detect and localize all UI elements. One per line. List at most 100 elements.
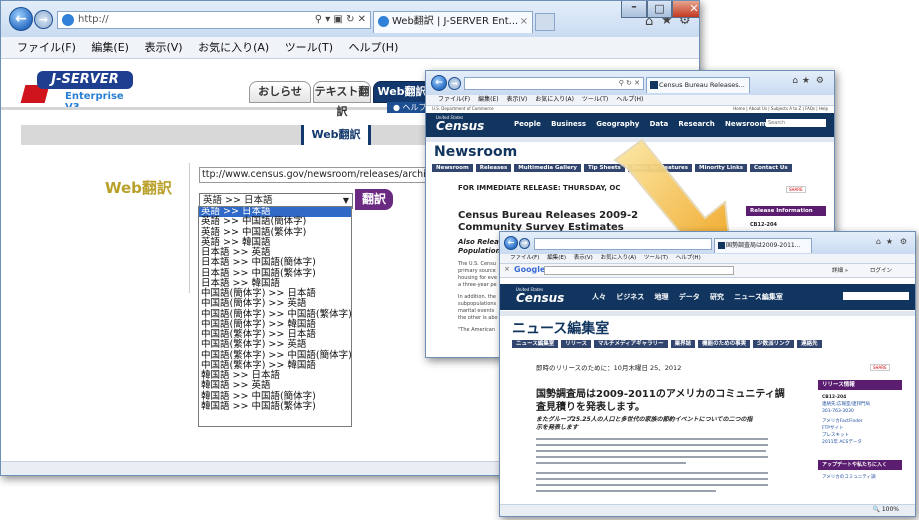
back-button[interactable]: ← — [431, 75, 447, 91]
subtab-newsroom[interactable]: ニュース編集室 — [512, 340, 559, 348]
sidebar-link[interactable]: 301-763-3030 — [822, 408, 870, 415]
menu-view[interactable]: 表示(V) — [144, 37, 182, 58]
tab-jserver[interactable]: Web翻訳 | J-SERVER Ent... × — [373, 11, 533, 33]
toolbar-more[interactable]: 詳細 » — [832, 266, 848, 274]
subtab-minority[interactable]: Minority Links — [695, 164, 748, 172]
forward-button[interactable]: → — [519, 238, 530, 249]
menu-help[interactable]: ヘルプ(H) — [349, 37, 399, 58]
address-tools-icon[interactable]: ⚲ ↻ ✕ — [619, 78, 640, 89]
search-input[interactable]: Search — [766, 119, 826, 127]
subtab-releases[interactable]: リリース — [561, 340, 591, 348]
nav-research[interactable]: Research — [678, 120, 714, 128]
sidebar-link[interactable]: 連絡先:広報室/連邦門局 — [822, 401, 870, 408]
subtab-multimedia[interactable]: マルチメディアギャラリー — [593, 340, 668, 348]
menu-edit[interactable]: 編集(E) — [91, 37, 129, 58]
subtab-facts[interactable]: 機能のための事実 — [698, 340, 751, 348]
zoom-level[interactable]: 🔍 100% — [872, 506, 899, 513]
subtab-facts[interactable]: Facts for Features — [627, 164, 693, 172]
address-bar[interactable]: ⚲ ↻ ✕ — [464, 77, 644, 90]
nav-data[interactable]: データ — [679, 292, 700, 302]
menu-edit[interactable]: 編集(E) — [478, 95, 498, 105]
sidebar-link[interactable]: 2011年 ACSデータ — [822, 439, 870, 446]
menu-file[interactable]: ファイル(F) — [17, 37, 76, 58]
subtab-multimedia[interactable]: Multimedia Gallery — [514, 164, 582, 172]
option-item[interactable]: 韓国語 >> 中国語(繁体字) — [199, 401, 351, 412]
nav-newsroom[interactable]: Newsroom — [725, 120, 767, 128]
sidebar-link[interactable]: アメリカFactFinder — [822, 418, 870, 425]
close-button[interactable]: ✕ — [672, 1, 699, 18]
google-search-input[interactable] — [544, 266, 734, 275]
menu-tools[interactable]: ツール(T) — [644, 254, 668, 263]
nav-newsroom[interactable]: ニュース編集室 — [734, 292, 783, 302]
nav-people[interactable]: People — [514, 120, 541, 128]
menu-help[interactable]: ヘルプ(H) — [616, 95, 643, 105]
nav-research[interactable]: 研究 — [710, 292, 724, 302]
new-tab-button[interactable] — [535, 13, 555, 31]
subtab-releases[interactable]: Releases — [475, 164, 512, 172]
address-bar[interactable]: http:// ⚲ ▾ ▣ ↻ ✕ — [57, 11, 371, 29]
subtab-minority[interactable]: 少数派リンク — [753, 340, 795, 348]
tools-gear-icon[interactable]: ⚙ — [900, 237, 907, 246]
option-item[interactable]: 中国語(繁体字) >> 英語 — [199, 339, 351, 350]
toolbar-login[interactable]: ログイン — [870, 266, 892, 274]
home-icon[interactable]: ⌂ — [876, 237, 881, 246]
search-input[interactable] — [843, 292, 909, 300]
url-input[interactable]: ttp://www.census.gov/newsroom/releases/a… — [199, 167, 439, 183]
option-item[interactable]: 英語 >> 中国語(簡体字) — [199, 216, 351, 227]
menu-favorites[interactable]: お気に入り(A) — [535, 95, 574, 105]
favorites-star-icon[interactable]: ★ — [802, 76, 810, 86]
menu-edit[interactable]: 編集(E) — [547, 254, 566, 263]
share-button[interactable]: SHARE — [786, 186, 806, 193]
release-code: CB12-204 — [750, 222, 777, 228]
share-button[interactable]: SHARE — [870, 364, 890, 371]
sidebar-link[interactable]: プレスキット — [822, 432, 870, 439]
back-button[interactable]: ← — [9, 7, 33, 31]
tab-close-icon[interactable]: × — [520, 12, 528, 32]
menu-tools[interactable]: ツール(T) — [285, 37, 333, 58]
menu-help[interactable]: ヘルプ(H) — [676, 254, 701, 263]
maximize-button[interactable]: □ — [647, 1, 672, 18]
nav-geography[interactable]: Geography — [596, 120, 639, 128]
favorites-star-icon[interactable]: ★ — [886, 237, 893, 246]
option-item[interactable]: 韓国語 >> 英語 — [199, 380, 351, 391]
address-bar[interactable] — [534, 238, 712, 250]
translate-button[interactable]: 翻訳 — [355, 189, 393, 210]
subtab-tips[interactable]: Tip Sheets — [584, 164, 625, 172]
release-date: 即時のリリースのために：10月木曜日 25、2012 — [536, 364, 682, 372]
tab-census-japanese[interactable]: 国勢調査局は2009-2011... — [714, 238, 812, 253]
google-close-icon[interactable]: × — [504, 265, 510, 273]
tab-news[interactable]: おしらせ — [249, 81, 311, 103]
tab-census[interactable]: Census Bureau Releases... — [646, 77, 750, 93]
menu-tools[interactable]: ツール(T) — [582, 95, 608, 105]
menu-favorites[interactable]: お気に入り(A) — [198, 37, 269, 58]
menu-favorites[interactable]: お気に入り(A) — [601, 254, 637, 263]
sidebar-link[interactable]: FTPサイト — [822, 425, 870, 432]
menu-file[interactable]: ファイル(F) — [510, 254, 539, 263]
subtab-contact[interactable]: 連絡先 — [797, 340, 822, 348]
minimize-button[interactable]: – — [621, 1, 647, 18]
language-dropdown-list[interactable]: 英語 >> 日本語 英語 >> 中国語(簡体字) 英語 >> 中国語(繁体字) … — [198, 206, 352, 427]
tab-web-translation[interactable]: Web翻訳 — [373, 81, 431, 103]
nav-data[interactable]: Data — [650, 120, 669, 128]
subtab-newsroom[interactable]: Newsroom — [432, 164, 473, 172]
nav-people[interactable]: 人々 — [592, 292, 606, 302]
back-button[interactable]: ← — [504, 236, 518, 250]
forward-button[interactable]: → — [34, 10, 53, 29]
menu-view[interactable]: 表示(V) — [506, 95, 527, 105]
tools-gear-icon[interactable]: ⚙ — [816, 76, 824, 86]
nav-geography[interactable]: 地理 — [654, 292, 668, 302]
home-icon[interactable]: ⌂ — [792, 76, 798, 86]
nav-business[interactable]: ビジネス — [616, 292, 644, 302]
option-item[interactable]: 日本語 >> 中国語(簡体字) — [199, 257, 351, 268]
menu-view[interactable]: 表示(V) — [574, 254, 593, 263]
option-item[interactable]: 中国語(簡体字) >> 英語 — [199, 298, 351, 309]
subtab-contact[interactable]: Contact Us — [750, 164, 792, 172]
address-tools-icon[interactable]: ⚲ ▾ ▣ ↻ ✕ — [315, 12, 366, 28]
menu-file[interactable]: ファイル(F) — [438, 95, 470, 105]
updates-link[interactable]: アメリカのコミュニティ調 — [822, 474, 876, 480]
tab-text-translation[interactable]: テキスト翻訳 — [313, 81, 371, 118]
subtab-tips[interactable]: 業界誌 — [670, 340, 696, 348]
nav-business[interactable]: Business — [551, 120, 586, 128]
top-links[interactable]: Home | About Us | Subjects A to Z | FAQs… — [733, 106, 828, 111]
forward-button[interactable]: → — [448, 77, 461, 90]
